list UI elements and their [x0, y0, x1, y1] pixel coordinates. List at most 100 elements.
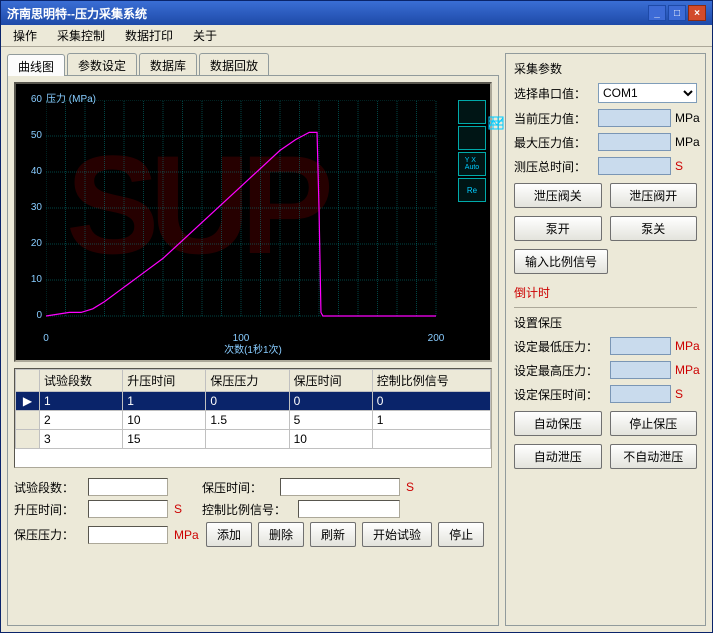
maxp-unit: MPa — [675, 135, 697, 149]
cell[interactable]: 15 — [123, 430, 206, 449]
valve-open-button[interactable]: 泄压阀开 — [610, 183, 698, 208]
tabstrip: 曲线图 参数设定 数据库 数据回放 — [7, 53, 499, 75]
row-selector[interactable] — [16, 411, 40, 430]
close-button[interactable]: × — [688, 5, 706, 21]
menubar: 操作 采集控制 数据打印 关于 — [1, 25, 712, 47]
tott-field — [598, 157, 671, 175]
menu-about[interactable]: 关于 — [185, 25, 225, 46]
tab-playback[interactable]: 数据回放 — [199, 53, 269, 75]
maximize-button[interactable]: □ — [668, 5, 686, 21]
start-button[interactable]: 开始试验 — [362, 522, 432, 547]
segments-table[interactable]: 试验段数升压时间保压压力保压时间控制比例信号 ▶110002101.551315… — [14, 368, 492, 468]
table-row[interactable]: 2101.551 — [16, 411, 491, 430]
cell[interactable]: 2 — [40, 411, 123, 430]
tab-database[interactable]: 数据库 — [139, 53, 197, 75]
delete-button[interactable]: 删除 — [258, 522, 304, 547]
refresh-button[interactable]: 刷新 — [310, 522, 356, 547]
maxp-field — [598, 133, 671, 151]
chart-tool-line-icon[interactable] — [458, 126, 486, 150]
pump-on-button[interactable]: 泵开 — [514, 216, 602, 241]
cell[interactable] — [206, 430, 289, 449]
acquire-group-title: 采集参数 — [514, 60, 697, 77]
chart-tool-auto-icon[interactable]: Y XAuto — [458, 152, 486, 176]
window-title: 济南思明特--压力采集系统 — [7, 5, 147, 22]
ratio-label: 控制比例信号： — [202, 501, 292, 518]
ytick: 20 — [22, 238, 42, 249]
chart-tool-reset-icon[interactable]: Re — [458, 178, 486, 202]
cell[interactable]: 1 — [40, 392, 123, 411]
titlebar: 济南思明特--压力采集系统 _ □ × — [1, 1, 712, 25]
pressure-chart: 压力 (MPa) 次数(1秒1次) SUP Y XAuto Re 0102030… — [14, 82, 492, 362]
valve-close-button[interactable]: 泄压阀关 — [514, 183, 602, 208]
holdp-label: 保压压力： — [14, 526, 82, 543]
menu-print[interactable]: 数据打印 — [117, 25, 181, 46]
ratio-signal-field[interactable] — [616, 249, 697, 274]
countdown-label: 倒计时 — [514, 284, 697, 301]
ytick: 10 — [22, 274, 42, 285]
ytick: 50 — [22, 130, 42, 141]
serial-select[interactable]: COM1 — [598, 83, 697, 103]
col-header[interactable]: 保压时间 — [289, 370, 372, 392]
cell[interactable]: 1 — [372, 411, 490, 430]
rise-unit: S — [174, 502, 196, 516]
row-selector-header — [16, 370, 40, 392]
no-auto-release-button[interactable]: 不自动泄压 — [610, 444, 698, 469]
setmaxp-label: 设定最高压力： — [514, 362, 606, 379]
holdt-label: 保压时间： — [202, 479, 274, 496]
ytick: 40 — [22, 166, 42, 177]
col-header[interactable]: 保压压力 — [206, 370, 289, 392]
auto-release-button[interactable]: 自动泄压 — [514, 444, 602, 469]
stop-hold-button[interactable]: 停止保压 — [610, 411, 698, 436]
setmaxp-unit: MPa — [675, 363, 697, 377]
col-header[interactable]: 试验段数 — [40, 370, 123, 392]
setholdt-field[interactable] — [610, 385, 671, 403]
cell[interactable]: 0 — [289, 392, 372, 411]
holdt-input[interactable] — [280, 478, 400, 496]
cell[interactable]: 1 — [123, 392, 206, 411]
holdp-input[interactable] — [88, 526, 168, 544]
cell[interactable] — [372, 430, 490, 449]
setholdt-label: 设定保压时间： — [514, 386, 606, 403]
cell[interactable]: 3 — [40, 430, 123, 449]
col-header[interactable]: 升压时间 — [123, 370, 206, 392]
chart-tool-grid-icon[interactable] — [458, 100, 486, 124]
xtick: 100 — [233, 333, 250, 344]
tab-curve[interactable]: 曲线图 — [7, 54, 65, 76]
curp-unit: MPa — [675, 111, 697, 125]
ytick: 0 — [22, 310, 42, 321]
row-selector[interactable] — [16, 430, 40, 449]
parameters-panel: 采集参数 选择串口值： COM1 当前压力值： MPa 最大压力值： MPa 测… — [505, 53, 706, 626]
cell[interactable]: 1.5 — [206, 411, 289, 430]
stop-button[interactable]: 停止 — [438, 522, 484, 547]
cell[interactable]: 10 — [289, 430, 372, 449]
serial-label: 选择串口值： — [514, 85, 594, 102]
maxp-label: 最大压力值： — [514, 134, 594, 151]
holdp-unit: MPa — [174, 528, 196, 542]
rise-input[interactable] — [88, 500, 168, 518]
cell[interactable]: 5 — [289, 411, 372, 430]
curp-field — [598, 109, 671, 127]
setmaxp-field[interactable] — [610, 361, 671, 379]
tab-params[interactable]: 参数设定 — [67, 53, 137, 75]
add-button[interactable]: 添加 — [206, 522, 252, 547]
curp-label: 当前压力值： — [514, 110, 594, 127]
menu-operate[interactable]: 操作 — [5, 25, 45, 46]
ratio-input[interactable] — [298, 500, 400, 518]
cell[interactable]: 0 — [372, 392, 490, 411]
menu-acquire[interactable]: 采集控制 — [49, 25, 113, 46]
table-row[interactable]: ▶11000 — [16, 392, 491, 411]
minp-field[interactable] — [610, 337, 671, 355]
cell[interactable]: 0 — [206, 392, 289, 411]
row-selector[interactable]: ▶ — [16, 392, 40, 411]
table-row[interactable]: 315 10 — [16, 430, 491, 449]
segment-label: 试验段数： — [14, 479, 82, 496]
cell[interactable]: 10 — [123, 411, 206, 430]
ratio-signal-button[interactable]: 输入比例信号 — [514, 249, 608, 274]
tott-unit: S — [675, 159, 697, 173]
holdt-unit: S — [406, 480, 428, 494]
auto-hold-button[interactable]: 自动保压 — [514, 411, 602, 436]
segment-input[interactable] — [88, 478, 168, 496]
minimize-button[interactable]: _ — [648, 5, 666, 21]
pump-off-button[interactable]: 泵关 — [610, 216, 698, 241]
col-header[interactable]: 控制比例信号 — [372, 370, 490, 392]
